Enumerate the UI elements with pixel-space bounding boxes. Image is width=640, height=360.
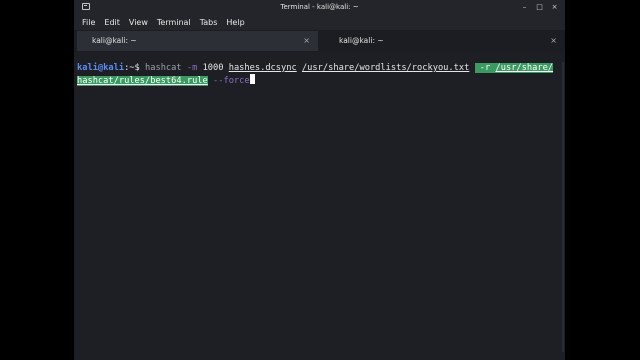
rule-path-part1: /usr/share/ — [495, 63, 554, 73]
close-icon[interactable]: × — [550, 3, 559, 12]
tab-2[interactable]: kali@kali: ~ × — [324, 31, 565, 51]
menu-bar: File Edit View Terminal Tabs Help — [74, 14, 565, 30]
terminal-output[interactable]: kali@kali:~$ hashcat -m 1000 hashes.dcsy… — [74, 52, 565, 360]
menu-help[interactable]: Help — [226, 18, 244, 27]
tab-2-close-icon[interactable]: × — [550, 31, 557, 51]
prompt-path: :~$ — [124, 63, 145, 73]
rule-path-part2: hashcat/rules/best64.rule — [77, 76, 208, 86]
command-name: hashcat — [145, 63, 182, 73]
menu-tabs[interactable]: Tabs — [200, 18, 218, 27]
text-cursor — [249, 74, 255, 84]
command-line-2: hashcat/rules/best64.rule --force — [77, 74, 565, 86]
tab-1-close-icon[interactable]: × — [303, 31, 310, 51]
window-title: Terminal - kali@kali: ~ — [280, 3, 359, 11]
terminal-window: Terminal - kali@kali: ~ – □ × File Edit … — [74, 0, 565, 360]
wordlist-path: /usr/share/wordlists/rockyou.txt — [301, 63, 470, 73]
title-bar[interactable]: Terminal - kali@kali: ~ – □ × — [74, 0, 565, 14]
hash-mode: 1000 — [202, 63, 224, 73]
flag-force: --force — [213, 76, 250, 86]
flag-m: -m — [186, 63, 198, 73]
scroll-thumb[interactable] — [562, 62, 564, 352]
command-line-1: kali@kali:~$ hashcat -m 1000 hashes.dcsy… — [77, 63, 565, 74]
scrollbar[interactable] — [561, 52, 565, 360]
tab-bar: kali@kali: ~ × kali@kali: ~ × — [74, 30, 565, 52]
maximize-icon[interactable]: □ — [535, 3, 544, 12]
menu-terminal[interactable]: Terminal — [157, 18, 191, 27]
prompt-user: kali@kali — [77, 63, 125, 73]
minimize-icon[interactable]: – — [520, 3, 529, 12]
window-controls: – □ × — [520, 0, 559, 14]
menu-view[interactable]: View — [129, 18, 148, 27]
hash-file: hashes.dcsync — [228, 63, 297, 73]
tab-1-label: kali@kali: ~ — [92, 36, 137, 45]
tab-1[interactable]: kali@kali: ~ × — [77, 31, 318, 51]
flag-r: -r — [474, 63, 496, 73]
menu-edit[interactable]: Edit — [104, 18, 120, 27]
tab-2-label: kali@kali: ~ — [339, 36, 384, 45]
menu-file[interactable]: File — [82, 18, 95, 27]
